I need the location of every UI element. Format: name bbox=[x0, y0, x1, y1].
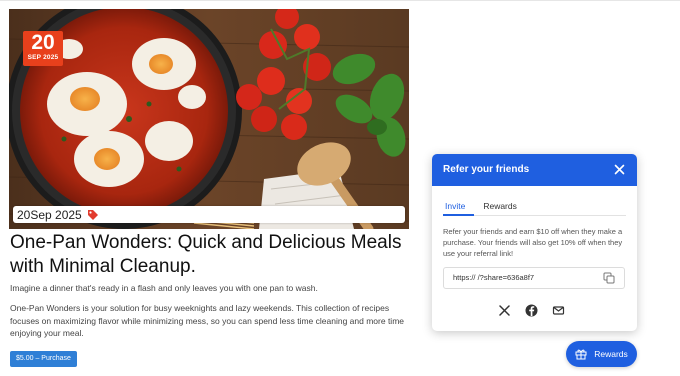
share-buttons bbox=[498, 304, 579, 317]
referral-link-text[interactable]: https:// /?share=636a8f7 bbox=[453, 273, 534, 282]
x-icon[interactable] bbox=[498, 304, 511, 317]
rewards-button-label: Rewards bbox=[594, 349, 628, 359]
date-badge-month: SEP 2025 bbox=[27, 54, 59, 61]
gift-icon bbox=[575, 349, 587, 360]
post-date-bar: 20Sep 2025 bbox=[13, 206, 405, 223]
date-badge: 20 SEP 2025 bbox=[23, 31, 63, 66]
referral-panel: Refer your friends Invite Rewards Refer … bbox=[432, 154, 637, 331]
active-tab-indicator bbox=[443, 214, 474, 216]
referral-title: Refer your friends bbox=[443, 164, 530, 175]
post-excerpt: Imagine a dinner that's ready in a flash… bbox=[10, 283, 318, 293]
close-icon[interactable] bbox=[614, 164, 625, 175]
post-date-text: 20Sep 2025 bbox=[17, 207, 82, 222]
facebook-icon[interactable] bbox=[525, 304, 538, 317]
post-title[interactable]: One-Pan Wonders: Quick and Delicious Mea… bbox=[10, 231, 410, 279]
tag-icon[interactable] bbox=[87, 209, 99, 221]
referral-description: Refer your friends and earn $10 off when… bbox=[443, 227, 623, 258]
shakshuka-pan-photo bbox=[9, 9, 409, 229]
post-body: One-Pan Wonders is your solution for bus… bbox=[10, 303, 405, 338]
post-featured-image[interactable]: 20 SEP 2025 bbox=[9, 9, 409, 229]
referral-header: Refer your friends bbox=[432, 154, 637, 186]
rewards-button[interactable]: Rewards bbox=[566, 341, 637, 367]
purchase-button[interactable]: $5.00 – Purchase bbox=[10, 351, 77, 367]
mail-icon[interactable] bbox=[552, 304, 565, 317]
date-badge-day: 20 bbox=[31, 31, 55, 54]
copy-icon[interactable] bbox=[603, 272, 615, 284]
page-top-border bbox=[0, 0, 680, 1]
referral-link-field[interactable]: https:// /?share=636a8f7 bbox=[443, 267, 625, 289]
